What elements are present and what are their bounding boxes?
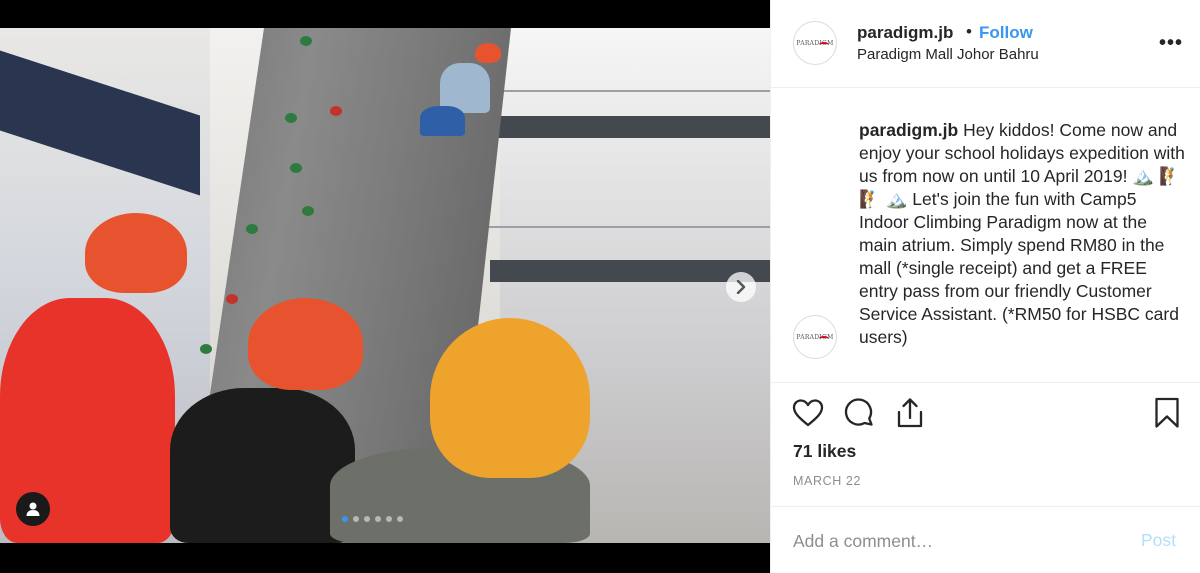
add-comment-bar: Post (771, 506, 1200, 573)
climbing-hold (285, 113, 297, 123)
carousel-dot (397, 516, 403, 522)
post-media (0, 0, 770, 573)
child-black-shirt (170, 388, 355, 543)
likes-count[interactable]: 71 likes (793, 441, 856, 462)
next-slide-button[interactable] (726, 272, 756, 302)
post-caption: paradigm.jb Hey kiddos! Come now and enj… (859, 119, 1189, 349)
caption-text: Hey kiddos! Come now and enjoy your scho… (859, 120, 1185, 347)
comments-section: PARADIGM paradigm.jb Hey kiddos! Come no… (771, 88, 1200, 383)
logo-mark-icon (819, 336, 829, 341)
child-helmet-yellow (430, 318, 590, 478)
climbing-hold (226, 294, 238, 304)
carousel-dot (386, 516, 392, 522)
share-icon (897, 398, 923, 428)
post-header: PARADIGM paradigm.jb • Follow Paradigm M… (771, 0, 1200, 88)
tagged-users-button[interactable] (16, 492, 50, 526)
climbing-hold (302, 206, 314, 216)
carousel-dot (364, 516, 370, 522)
post-photo[interactable] (0, 28, 770, 543)
post-date[interactable]: MARCH 22 (793, 474, 861, 488)
comment-icon (844, 398, 873, 426)
bookmark-icon (1155, 397, 1179, 428)
location-link[interactable]: Paradigm Mall Johor Bahru (857, 46, 1039, 63)
climbing-hold (290, 163, 302, 173)
comment-button[interactable] (844, 398, 875, 434)
profile-avatar[interactable]: PARADIGM (793, 21, 837, 65)
carousel-dot (375, 516, 381, 522)
follow-button[interactable]: Follow (979, 23, 1033, 43)
climbing-hold (200, 344, 212, 354)
mall-floor-band (490, 116, 770, 138)
actions-divider (771, 382, 1200, 383)
climbing-hold (330, 106, 342, 116)
child-helmet (85, 213, 187, 293)
climbing-hold (300, 36, 312, 46)
carousel-indicator (342, 516, 403, 522)
more-options-button[interactable]: ••• (1159, 32, 1183, 55)
child-helmet (248, 298, 363, 390)
header-username[interactable]: paradigm.jb (857, 23, 953, 43)
logo-mark-icon (819, 42, 829, 47)
mall-railing (470, 90, 770, 92)
like-button[interactable] (792, 398, 824, 433)
user-icon (26, 502, 40, 516)
heart-icon (792, 399, 824, 427)
share-button[interactable] (895, 397, 925, 434)
caption-avatar[interactable]: PARADIGM (793, 315, 837, 359)
post-comment-button[interactable]: Post (1141, 530, 1176, 551)
comment-input[interactable] (793, 527, 1123, 555)
chevron-right-icon (736, 280, 746, 294)
mall-railing (470, 226, 770, 228)
climbing-hold (246, 224, 258, 234)
carousel-dot (342, 516, 348, 522)
save-button[interactable] (1154, 397, 1180, 434)
climber-helmet (475, 43, 501, 63)
header-separator: • (966, 22, 972, 41)
climber-shorts (420, 106, 465, 136)
caption-username[interactable]: paradigm.jb (859, 120, 958, 140)
carousel-dot (353, 516, 359, 522)
post-sidebar: PARADIGM paradigm.jb • Follow Paradigm M… (770, 0, 1200, 573)
